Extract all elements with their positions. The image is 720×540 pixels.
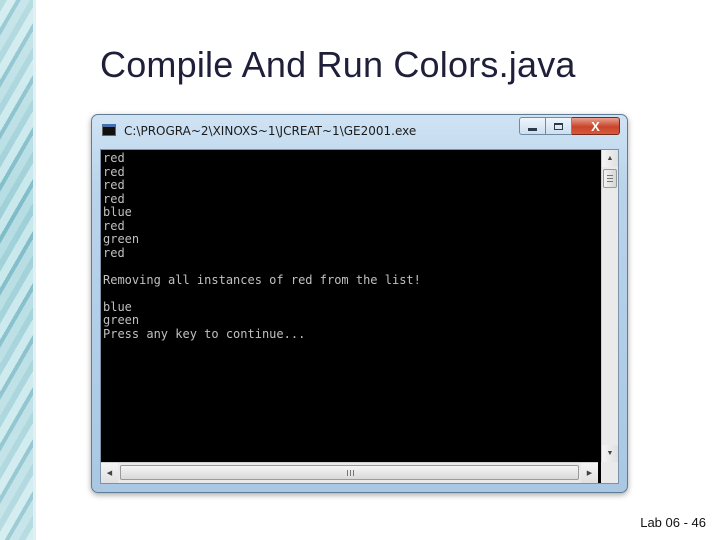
minimize-icon <box>528 127 537 131</box>
horizontal-scrollbar[interactable]: ◀ ▶ <box>101 462 598 483</box>
close-icon: X <box>591 118 600 134</box>
maximize-icon <box>554 122 563 130</box>
console-line: green <box>103 232 140 246</box>
console-window[interactable]: C:\PROGRA~2\XINOXS~1\JCREAT~1\GE2001.exe… <box>91 114 628 493</box>
console-output[interactable]: red red red red blue red green red Removing all … <box>101 150 598 462</box>
scroll-up-arrow-icon[interactable]: ▲ <box>602 150 618 167</box>
vertical-scrollbar[interactable]: ▲ ▼ <box>601 150 618 462</box>
console-line: red <box>103 245 125 260</box>
console-line: red <box>103 191 125 206</box>
console-line: red <box>103 178 125 192</box>
console-line: Removing all instances of red from the l… <box>103 272 421 287</box>
window-title: C:\PROGRA~2\XINOXS~1\JCREAT~1\GE2001.exe <box>124 124 417 138</box>
decorative-side-strip <box>0 0 36 540</box>
close-button[interactable]: X <box>572 117 620 135</box>
console-line: red <box>103 151 125 165</box>
console-line: blue <box>103 299 132 314</box>
console-line: blue <box>103 205 132 219</box>
scroll-down-arrow-icon[interactable]: ▼ <box>602 445 618 462</box>
window-controls: X <box>519 117 620 135</box>
slide-footer: Lab 06 - 46 <box>640 515 706 530</box>
horizontal-scroll-thumb[interactable] <box>120 465 579 480</box>
vertical-scroll-thumb[interactable] <box>603 169 617 188</box>
console-client-area: red red red red blue red green red Removing all … <box>100 149 619 484</box>
slide-title: Compile And Run Colors.java <box>100 44 576 85</box>
scroll-left-arrow-icon[interactable]: ◀ <box>101 463 118 483</box>
minimize-button[interactable] <box>519 117 546 135</box>
console-line: green <box>103 313 140 327</box>
scroll-right-arrow-icon[interactable]: ▶ <box>581 463 598 483</box>
console-app-icon[interactable] <box>102 124 116 136</box>
console-line: red <box>103 218 125 233</box>
window-titlebar[interactable]: C:\PROGRA~2\XINOXS~1\JCREAT~1\GE2001.exe… <box>92 115 627 145</box>
scrollbar-corner <box>601 462 618 483</box>
console-line: red <box>103 164 125 179</box>
console-line: Press any key to continue... <box>103 326 306 341</box>
maximize-button[interactable] <box>546 117 572 135</box>
